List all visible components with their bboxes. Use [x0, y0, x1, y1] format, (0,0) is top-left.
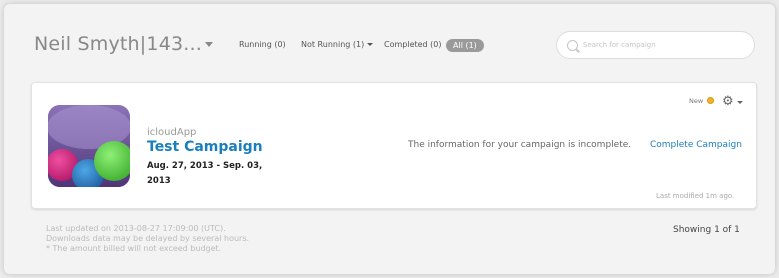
filter-all[interactable]: All (1): [446, 39, 484, 52]
footer-info: Last updated on 2013-08-27 17:09:00 (UTC…: [46, 224, 346, 254]
gear-icon[interactable]: ⚙: [722, 95, 734, 108]
campaign-dates: Aug. 27, 2013 - Sep. 03, 2013: [147, 161, 263, 186]
status-label: New: [689, 97, 704, 105]
incomplete-message: The information for your campaign is inc…: [408, 140, 632, 150]
app-icon[interactable]: [48, 105, 130, 187]
delay-note-text: Downloads data may be delayed by several…: [46, 234, 250, 243]
complete-campaign-link[interactable]: Complete Campaign: [650, 140, 742, 150]
search-input[interactable]: [581, 40, 745, 50]
last-updated-text: Last updated on 2013-08-27 17:09:00 (UTC…: [46, 224, 226, 233]
filter-running[interactable]: Running (0): [239, 40, 286, 49]
app-icon-graphic: [48, 105, 130, 187]
search-box[interactable]: [556, 31, 755, 59]
app-name: icloudApp: [147, 127, 197, 138]
filter-completed[interactable]: Completed (0): [384, 40, 442, 49]
filter-not-running-label: Not Running (1): [301, 40, 365, 49]
account-dropdown-caret-icon[interactable]: [205, 42, 213, 47]
status-dot-icon: [707, 97, 714, 104]
pagination-count: Showing 1 of 1: [673, 225, 740, 235]
chevron-down-icon: [367, 43, 374, 46]
filter-not-running[interactable]: Not Running (1): [301, 40, 374, 49]
account-name[interactable]: Neil Smyth|143...: [34, 33, 202, 55]
campaign-title-link[interactable]: Test Campaign: [147, 139, 263, 155]
last-modified: Last modified 1m ago.: [656, 192, 735, 200]
gear-dropdown-caret-icon[interactable]: [737, 101, 743, 104]
search-icon: [567, 40, 578, 51]
campaigns-panel: Neil Smyth|143... Running (0) Not Runnin…: [4, 4, 775, 274]
campaign-card: icloudApp Test Campaign Aug. 27, 2013 - …: [31, 82, 757, 209]
budget-note-text: * The amount billed will not exceed budg…: [46, 244, 222, 253]
